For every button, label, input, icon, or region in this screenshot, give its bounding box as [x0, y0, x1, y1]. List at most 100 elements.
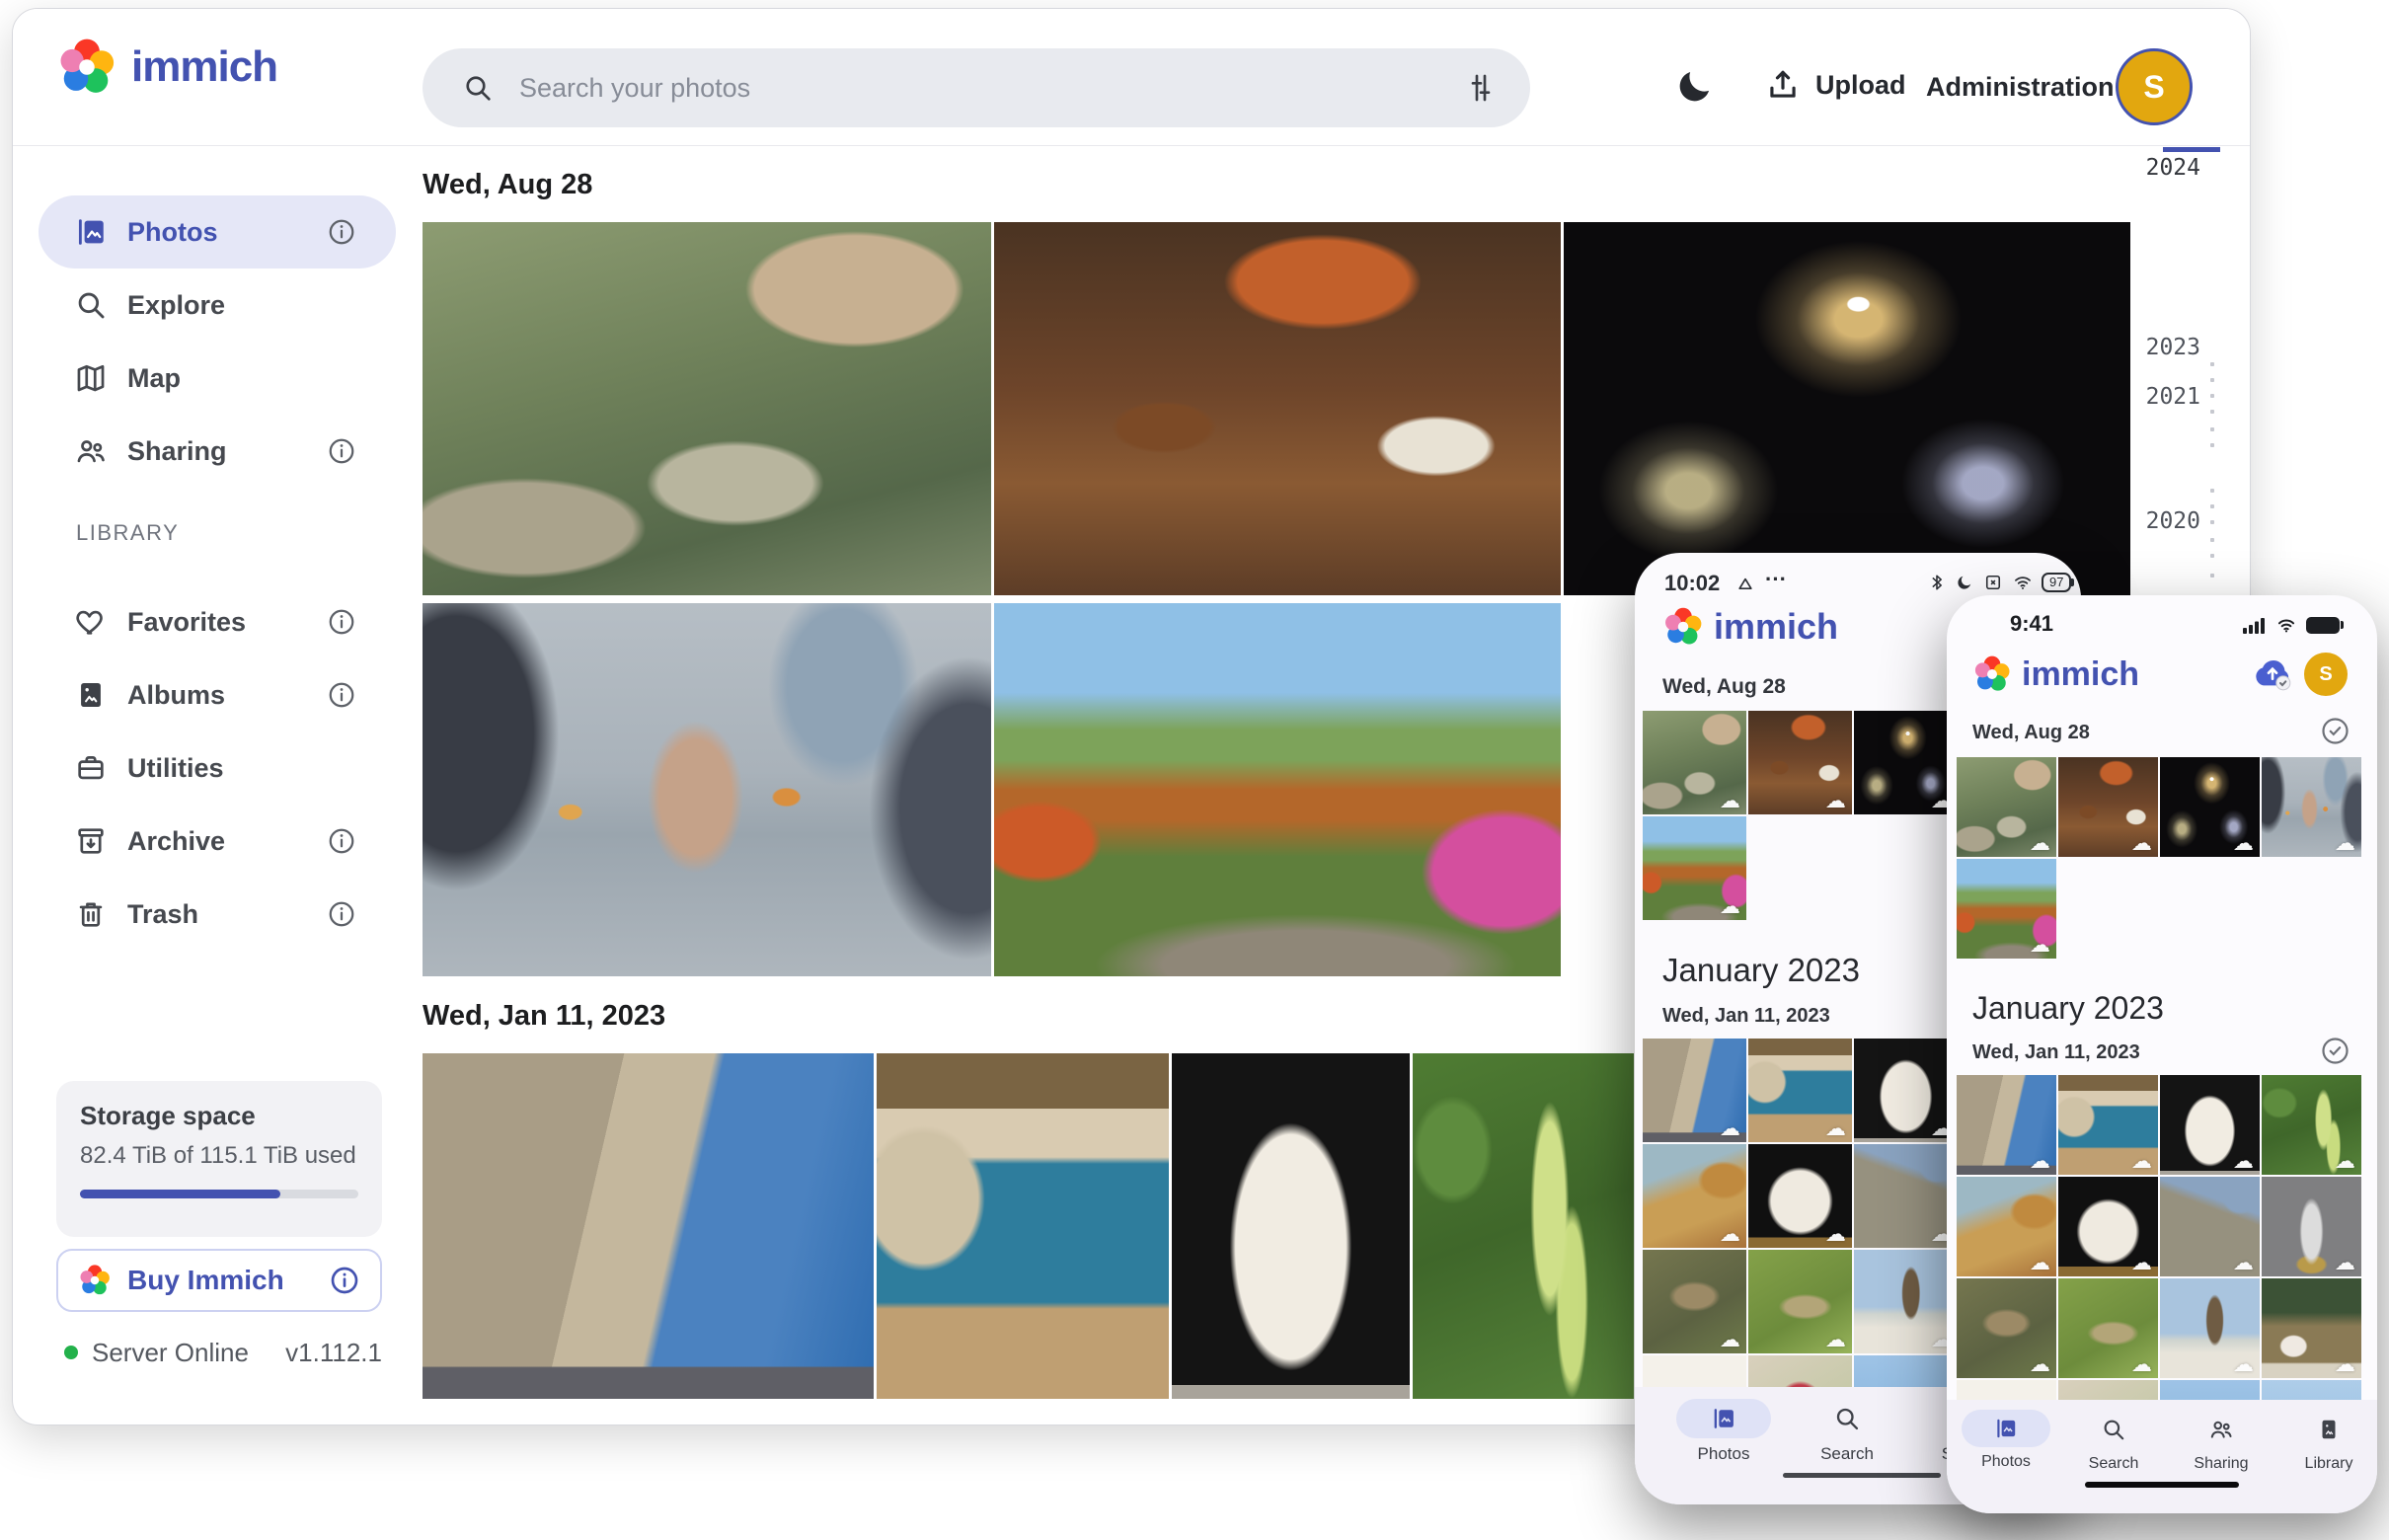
home-indicator[interactable] — [2085, 1482, 2239, 1488]
photo-snowy-church[interactable]: ☁ — [1854, 1250, 1958, 1353]
photo-silver-centerpiece[interactable]: ☁ — [2262, 1177, 2361, 1276]
scrubber-year-label[interactable]: 2021 — [2106, 384, 2200, 410]
info-icon[interactable] — [329, 1265, 360, 1296]
sidebar-item-explore[interactable]: Explore — [13, 269, 400, 342]
photo-lizard-on-moss[interactable]: ☁ — [2058, 1278, 2158, 1378]
scrubber-year-label[interactable]: 2024 — [2106, 155, 2200, 181]
select-all-check-icon[interactable] — [2320, 1036, 2350, 1066]
photo-sea-grapes[interactable] — [1413, 1053, 1634, 1399]
photo-row: ☁☁☁ — [1643, 1250, 1958, 1353]
photo-coastal-town[interactable]: ☁ — [1748, 1039, 1852, 1142]
photo-baboons-at-zoo[interactable] — [423, 222, 991, 595]
photo-castle-ruins[interactable]: ☁ — [1854, 1144, 1958, 1248]
user-avatar[interactable]: S — [2304, 653, 2348, 696]
upload-label: Upload — [1815, 70, 1906, 101]
cloud-backup-icon[interactable] — [2249, 653, 2296, 692]
photo-baboons-at-zoo[interactable]: ☁ — [1643, 711, 1746, 814]
nav-item-library[interactable]: Library — [2274, 1410, 2377, 1473]
library-section-heading: LIBRARY — [76, 520, 179, 546]
photo-autumn-dinner-table[interactable]: ☁ — [1748, 711, 1852, 814]
upload-icon — [1764, 66, 1802, 104]
sidebar-item-photos[interactable]: Photos — [13, 195, 400, 269]
cloud-backup-icon: ☁ — [1720, 896, 1740, 917]
photo-coastal-town[interactable]: ☁ — [2058, 1075, 2158, 1175]
date-group-heading: Wed, Jan 11, 2023 — [423, 1000, 665, 1033]
info-icon[interactable] — [327, 607, 356, 637]
buy-immich-label: Buy Immich — [127, 1265, 329, 1296]
sidebar-item-albums[interactable]: Albums — [13, 658, 400, 732]
select-all-check-icon[interactable] — [2320, 716, 2350, 746]
sidebar-item-sharing[interactable]: Sharing — [13, 415, 400, 488]
photo-fireworks[interactable] — [1564, 222, 2130, 595]
scrubber-year-label[interactable]: 2020 — [2106, 508, 2200, 534]
photo-baboons-at-zoo[interactable]: ☁ — [1957, 757, 2056, 857]
photo-coastal-town[interactable] — [877, 1053, 1169, 1399]
photo-fortress-walls[interactable] — [423, 1053, 874, 1399]
photo-beach-cliff[interactable]: ☁ — [1643, 1144, 1746, 1248]
buy-immich-button[interactable]: Buy Immich — [56, 1249, 382, 1312]
storage-progress-track — [80, 1190, 358, 1198]
photo-beach-cliff[interactable]: ☁ — [1957, 1177, 2056, 1276]
active-pill — [1676, 1399, 1771, 1438]
scrubber-position-indicator[interactable] — [2163, 147, 2220, 152]
photo-lizard-on-ground[interactable]: ☁ — [1957, 1278, 2056, 1378]
photo-marble-bust[interactable] — [1172, 1053, 1410, 1399]
sidebar-item-archive[interactable]: Archive — [13, 805, 400, 878]
scrubber-tick — [2210, 538, 2214, 542]
info-icon[interactable] — [327, 217, 356, 247]
photo-snowy-church[interactable]: ☁ — [2160, 1278, 2260, 1378]
photo-stone-sculpture[interactable]: ☁ — [2058, 1177, 2158, 1276]
info-icon[interactable] — [327, 436, 356, 466]
administration-link[interactable]: Administration — [1926, 72, 2115, 103]
photo-row: ☁☁☁ — [1643, 1144, 1958, 1248]
photo-sea-grapes[interactable]: ☁ — [2262, 1075, 2361, 1175]
photo-fortress-walls[interactable]: ☁ — [1957, 1075, 2056, 1175]
photo-stone-sculpture[interactable]: ☁ — [1748, 1144, 1852, 1248]
photo-autumn-garden-path[interactable]: ☁ — [1957, 859, 2056, 959]
storage-usage: 82.4 TiB of 115.1 TiB used — [80, 1142, 356, 1170]
info-icon[interactable] — [327, 826, 356, 856]
sidebar-item-label: Trash — [127, 899, 198, 930]
sidebar-item-utilities[interactable]: Utilities — [13, 732, 400, 805]
upload-button[interactable]: Upload — [1764, 66, 1906, 104]
immich-logo[interactable]: immich — [56, 37, 277, 98]
nav-item-search[interactable]: Search — [1793, 1399, 1901, 1464]
nav-label: Search — [1820, 1444, 1874, 1464]
photo-lizard-on-ground[interactable]: ☁ — [1643, 1250, 1746, 1353]
sidebar-item-favorites[interactable]: Favorites — [13, 585, 400, 658]
photo-autumn-garden-path[interactable]: ☁ — [1643, 816, 1746, 920]
scrubber-year-label[interactable]: 2023 — [2106, 335, 2200, 360]
photo-autumn-garden-path[interactable] — [994, 603, 1561, 976]
storage-progress-fill — [80, 1190, 280, 1198]
photo-holding-hands[interactable] — [423, 603, 991, 976]
nav-item-photos[interactable]: Photos — [1669, 1399, 1778, 1464]
search-filter-icon[interactable] — [1465, 72, 1497, 104]
sidebar-item-map[interactable]: Map — [13, 342, 400, 415]
nav-item-photos[interactable]: Photos — [1952, 1410, 2060, 1471]
photo-fireworks[interactable]: ☁ — [2160, 757, 2260, 857]
user-avatar[interactable]: S — [2116, 48, 2193, 125]
photo-row — [423, 603, 1561, 976]
photo-holding-hands[interactable]: ☁ — [2262, 757, 2361, 857]
photo-fortress-walls[interactable]: ☁ — [1643, 1039, 1746, 1142]
nav-icon-wrap — [2066, 1410, 2161, 1449]
info-icon[interactable] — [327, 680, 356, 710]
sidebar-item-trash[interactable]: Trash — [13, 878, 400, 951]
photo-marble-bust[interactable]: ☁ — [1854, 1039, 1958, 1142]
photo-marble-bust[interactable]: ☁ — [2160, 1075, 2260, 1175]
photo-autumn-dinner-table[interactable]: ☁ — [2058, 757, 2158, 857]
photo-fireworks[interactable]: ☁ — [1854, 711, 1958, 814]
nav-item-search[interactable]: Search — [2059, 1410, 2168, 1473]
search-bar[interactable]: Search your photos — [423, 48, 1530, 127]
photo-autumn-dinner-table[interactable] — [994, 222, 1561, 595]
info-icon[interactable] — [327, 899, 356, 929]
month-heading: January 2023 — [1662, 952, 1860, 989]
home-indicator[interactable] — [1783, 1473, 1941, 1478]
cloud-backup-icon: ☁ — [2030, 935, 2050, 956]
photo-lizard-on-moss[interactable]: ☁ — [1748, 1250, 1852, 1353]
active-pill — [1962, 1410, 2050, 1447]
photo-castle-ruins[interactable]: ☁ — [2160, 1177, 2260, 1276]
nav-item-sharing[interactable]: Sharing — [2167, 1410, 2275, 1473]
theme-toggle-moon-icon[interactable] — [1673, 66, 1715, 108]
photo-alpine-houses[interactable]: ☁ — [2262, 1278, 2361, 1378]
